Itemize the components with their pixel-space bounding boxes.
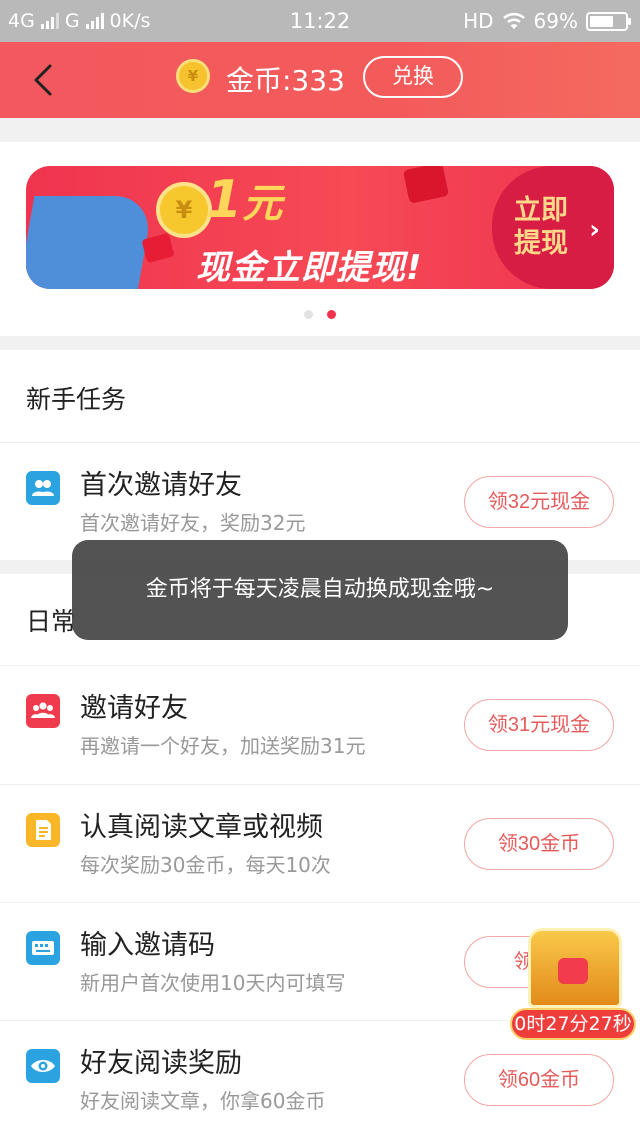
task-name: 输入邀请码: [80, 930, 215, 961]
daily-tasks-section: 日常 邀请好友 再邀请一个好友，加送奖励31元 领31元现金 认真阅读文章或视频…: [0, 574, 640, 1138]
banner-amount: 1元: [206, 170, 282, 230]
claim-button[interactable]: 领32元现金: [464, 476, 614, 528]
section-title: 日常: [26, 607, 77, 636]
heart-lock-icon: [558, 958, 588, 984]
group-icon: [26, 694, 60, 728]
hand-illustration: [26, 196, 155, 289]
newbie-tasks-section: 新手任务 首次邀请好友 首次邀请好友，奖励32元 领32元现金: [0, 350, 640, 560]
claim-button[interactable]: 领60金币: [464, 1054, 614, 1106]
coin-balance: 金币:333: [226, 64, 345, 97]
back-icon[interactable]: [28, 62, 62, 98]
task-description: 再邀请一个好友，加送奖励31元: [80, 734, 366, 758]
status-bar: 4G G 0K/s 11:22 HD 69%: [0, 0, 640, 42]
task-description: 新用户首次使用10天内可填写: [80, 971, 346, 995]
claim-button[interactable]: 领30金币: [464, 818, 614, 870]
coin-icon: ¥: [156, 182, 212, 238]
coin-icon: ¥: [176, 59, 210, 93]
countdown-timer: 0时27分27秒: [510, 1008, 636, 1040]
task-name: 邀请好友: [80, 693, 188, 724]
task-name: 首次邀请好友: [80, 470, 242, 501]
keyboard-icon: [26, 931, 60, 965]
section-title: 新手任务: [26, 385, 127, 414]
withdraw-now-button[interactable]: 立即 提现 ›: [492, 166, 614, 289]
task-description: 首次邀请好友，奖励32元: [80, 511, 306, 535]
users-icon: [26, 471, 60, 505]
task-name: 好友阅读奖励: [80, 1048, 242, 1079]
battery-fill: [590, 15, 613, 27]
task-row[interactable]: 认真阅读文章或视频 每次奖励30金币，每天10次 领30金币: [0, 784, 640, 902]
red-envelope-icon: [402, 166, 450, 204]
battery-percent: 69%: [533, 9, 578, 33]
carousel-dot-1[interactable]: [304, 310, 313, 319]
banner-subtitle: 现金立即提现!: [196, 248, 423, 288]
hd-indicator: HD: [463, 9, 494, 33]
claim-button[interactable]: 领31元现金: [464, 699, 614, 751]
header: ¥ 金币:333 兑换: [0, 42, 640, 118]
task-description: 每次奖励30金币，每天10次: [80, 853, 331, 877]
task-name: 认真阅读文章或视频: [80, 812, 323, 843]
carousel-dot-2[interactable]: [327, 310, 336, 319]
cash-withdraw-banner[interactable]: ¥ 1元 现金立即提现! 立即 提现 ›: [26, 166, 614, 289]
wifi-icon: [502, 13, 525, 29]
banner-amount-unit: 元: [242, 181, 283, 227]
exchange-button[interactable]: 兑换: [363, 56, 463, 98]
task-row[interactable]: 邀请好友 再邀请一个好友，加送奖励31元 领31元现金: [0, 665, 640, 783]
toast-message: 金币将于每天凌晨自动换成现金哦~: [72, 540, 568, 640]
carousel-dots: [0, 310, 640, 319]
treasure-chest-widget[interactable]: 0时27分27秒: [510, 928, 636, 1040]
banner-amount-number: 1: [206, 170, 243, 230]
chevron-right-icon: ›: [589, 215, 600, 245]
eye-icon: [26, 1049, 60, 1083]
task-description: 好友阅读文章，你拿60金币: [80, 1089, 326, 1113]
banner-carousel: ¥ 1元 现金立即提现! 立即 提现 ›: [0, 142, 640, 336]
battery-icon: [586, 11, 631, 31]
document-icon: [26, 813, 60, 847]
